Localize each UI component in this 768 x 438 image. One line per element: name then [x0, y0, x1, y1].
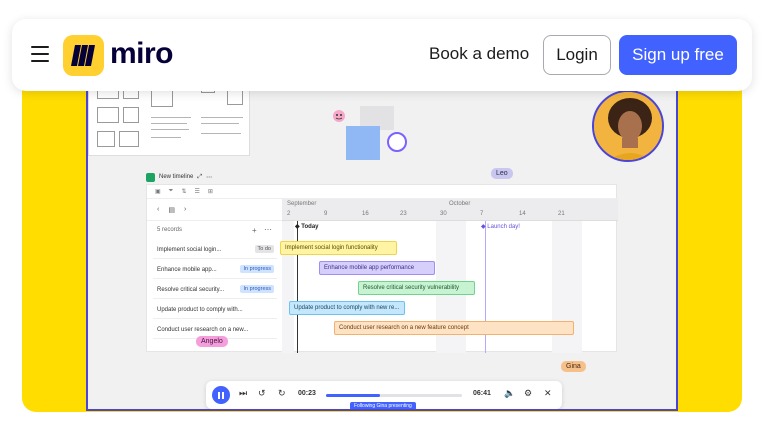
timeline-bar[interactable]: Update product to comply with new re... — [289, 301, 405, 315]
more-icon[interactable]: ⋯ — [206, 174, 212, 181]
status-badge: In progress — [240, 265, 274, 273]
login-button[interactable]: Login — [543, 35, 611, 75]
timeline-bar[interactable]: Implement social login functionality — [280, 241, 397, 255]
month-label: September — [287, 201, 317, 207]
timeline-bar[interactable]: Enhance mobile app performance — [319, 261, 435, 275]
total-time: 06:41 — [473, 390, 491, 397]
cursor-label-leo: Leo — [491, 168, 513, 179]
board-preview: Leo New timeline ⤢ ⋯ ▣ ⏷ ⇅ ☰ ⊞ ‹ ▤ › Sep… — [86, 74, 678, 411]
record-row[interactable]: Enhance mobile app... In progress — [153, 261, 277, 279]
day-label: 21 — [558, 211, 565, 217]
current-time: 00:23 — [298, 390, 316, 397]
logo-text[interactable]: miro — [110, 37, 174, 71]
video-avatar — [592, 90, 664, 162]
miro-logo-icon[interactable] — [63, 35, 104, 76]
today-label: ◆ Today — [295, 224, 319, 230]
cursor-label-angelo: Angelo — [196, 336, 228, 347]
day-label: 14 — [519, 211, 526, 217]
timeline-bar[interactable]: Resolve critical security vulnerability — [358, 281, 475, 295]
day-label: 9 — [324, 211, 328, 217]
rewind-icon[interactable]: ↺ — [258, 388, 266, 399]
skip-next-icon[interactable]: ⏭ — [239, 388, 247, 399]
status-badge: In progress — [240, 285, 274, 293]
group-icon[interactable]: ☰ — [195, 188, 200, 195]
comment-icon[interactable] — [387, 132, 407, 152]
forward-icon[interactable]: ↻ — [278, 388, 286, 399]
cursor-label-gina: Gina — [561, 361, 586, 372]
day-label: 23 — [400, 211, 407, 217]
day-label: 2 — [287, 211, 291, 217]
record-count: 5 records — [157, 227, 183, 233]
timeline-header: September October 2 9 16 23 30 7 14 21 — [282, 199, 618, 221]
add-record-icon[interactable]: + — [252, 226, 257, 235]
more-icon[interactable]: ⋯ — [264, 225, 272, 234]
expand-icon[interactable]: ⤢ — [197, 174, 202, 181]
timeline-bar[interactable]: Conduct user research on a new feature c… — [334, 321, 574, 335]
settings-icon[interactable]: ⚙ — [524, 388, 532, 399]
settings-icon[interactable]: ▣ — [155, 188, 161, 195]
day-label: 30 — [440, 211, 447, 217]
mute-icon[interactable]: 🔈 — [504, 388, 515, 399]
timeline-grid: ◆ Today ◆ Launch day! Implement social l… — [280, 221, 618, 353]
filter-icon[interactable]: ⏷ — [169, 188, 174, 195]
timeline-widget[interactable]: ▣ ⏷ ⇅ ☰ ⊞ ‹ ▤ › September October 2 9 16… — [146, 184, 618, 353]
progress-track[interactable] — [326, 394, 462, 397]
next-icon[interactable]: › — [184, 206, 186, 213]
pause-button[interactable] — [212, 386, 230, 404]
day-label: 7 — [480, 211, 484, 217]
milestone-label: ◆ Launch day! — [481, 224, 520, 230]
calendar-icon[interactable]: ▤ — [168, 206, 175, 214]
top-navbar: miro Book a demo Login Sign up free — [12, 19, 752, 91]
menu-icon[interactable] — [31, 46, 49, 62]
status-badge: To do — [254, 245, 274, 253]
record-row[interactable]: Update product to comply with... — [153, 301, 277, 319]
prev-icon[interactable]: ‹ — [157, 206, 159, 213]
sticky-note — [346, 126, 380, 160]
month-label: October — [449, 201, 471, 207]
record-list: 5 records + ⋯ Implement social login... … — [147, 221, 282, 353]
timeline-title: New timeline ⤢ ⋯ — [146, 170, 266, 184]
timeline-toolbar: ▣ ⏷ ⇅ ☰ ⊞ — [147, 185, 618, 199]
smiley-sticker-icon — [333, 110, 345, 122]
signup-button[interactable]: Sign up free — [619, 35, 737, 75]
close-icon[interactable]: ✕ — [544, 388, 552, 399]
record-row[interactable]: Implement social login... To do — [153, 241, 277, 259]
progress-fill — [326, 394, 381, 397]
sort-icon[interactable]: ⇅ — [181, 188, 186, 195]
following-label: Following Gina presenting — [350, 402, 416, 409]
timeline-nav: ‹ ▤ › — [147, 199, 282, 221]
timeline-icon — [146, 172, 155, 182]
book-demo-link[interactable]: Book a demo — [429, 44, 529, 64]
fields-icon[interactable]: ⊞ — [208, 188, 213, 195]
day-label: 16 — [362, 211, 369, 217]
record-row[interactable]: Resolve critical security... In progress — [153, 281, 277, 299]
